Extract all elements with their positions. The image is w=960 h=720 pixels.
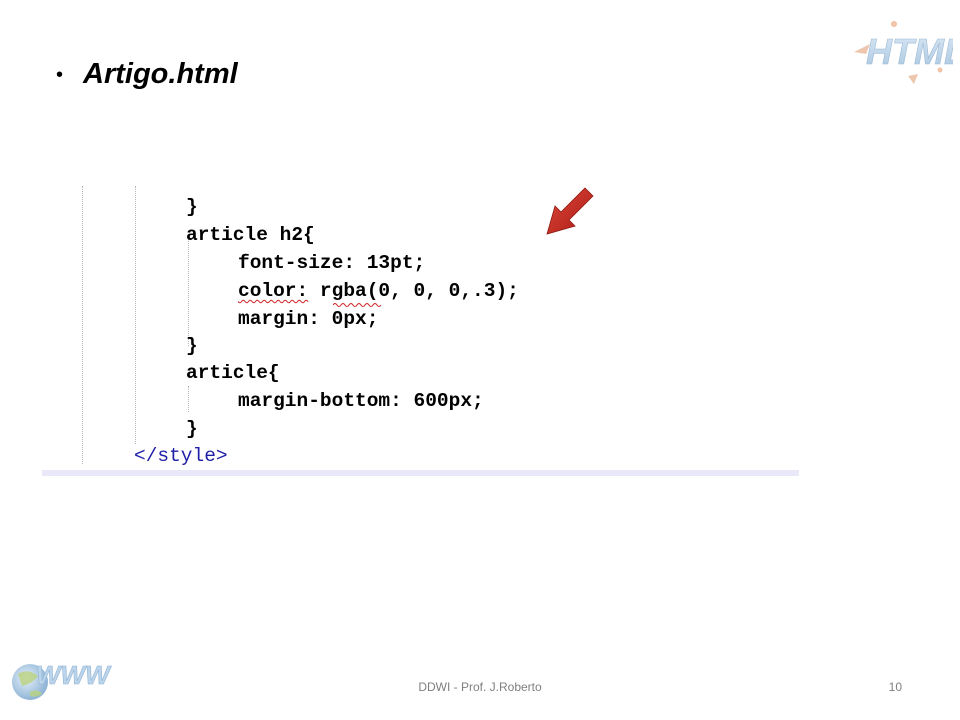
code-line: article{: [186, 362, 280, 384]
slide-heading-text: Artigo.html: [83, 58, 238, 90]
slide-title: • Artigo.html: [56, 58, 238, 91]
code-line: }: [186, 335, 198, 357]
code-line: margin: 0px;: [238, 308, 379, 330]
editor-bottom-bar: [42, 470, 799, 476]
indent-guide: [82, 186, 83, 464]
page-number: 10: [888, 680, 902, 694]
closing-style-tag: </style>: [134, 445, 228, 467]
code-line: margin-bottom: 600px;: [238, 390, 484, 412]
code-line: }: [186, 418, 198, 440]
footer-text: DDWI - Prof. J.Roberto: [418, 680, 542, 694]
svg-text:HTML: HTML: [866, 31, 953, 72]
css-property-color: color:: [238, 280, 309, 302]
html-logo-icon: HTML: [854, 21, 953, 84]
code-line: }: [186, 196, 198, 218]
indent-guide: [188, 386, 189, 412]
code-line: article h2{: [186, 224, 315, 246]
bullet-dot: •: [56, 63, 64, 86]
code-line-color: color: rgba(0, 0, 0,.3);: [238, 280, 519, 302]
code-line: font-size: 13pt;: [238, 252, 426, 274]
code-screenshot: [42, 186, 799, 476]
red-arrow-icon: [546, 187, 594, 235]
css-value-rgba: rgba(0, 0, 0,.3);: [319, 280, 519, 302]
indent-guide: [188, 238, 189, 346]
spellcheck-underline: [333, 303, 382, 307]
indent-guide: [135, 186, 136, 444]
